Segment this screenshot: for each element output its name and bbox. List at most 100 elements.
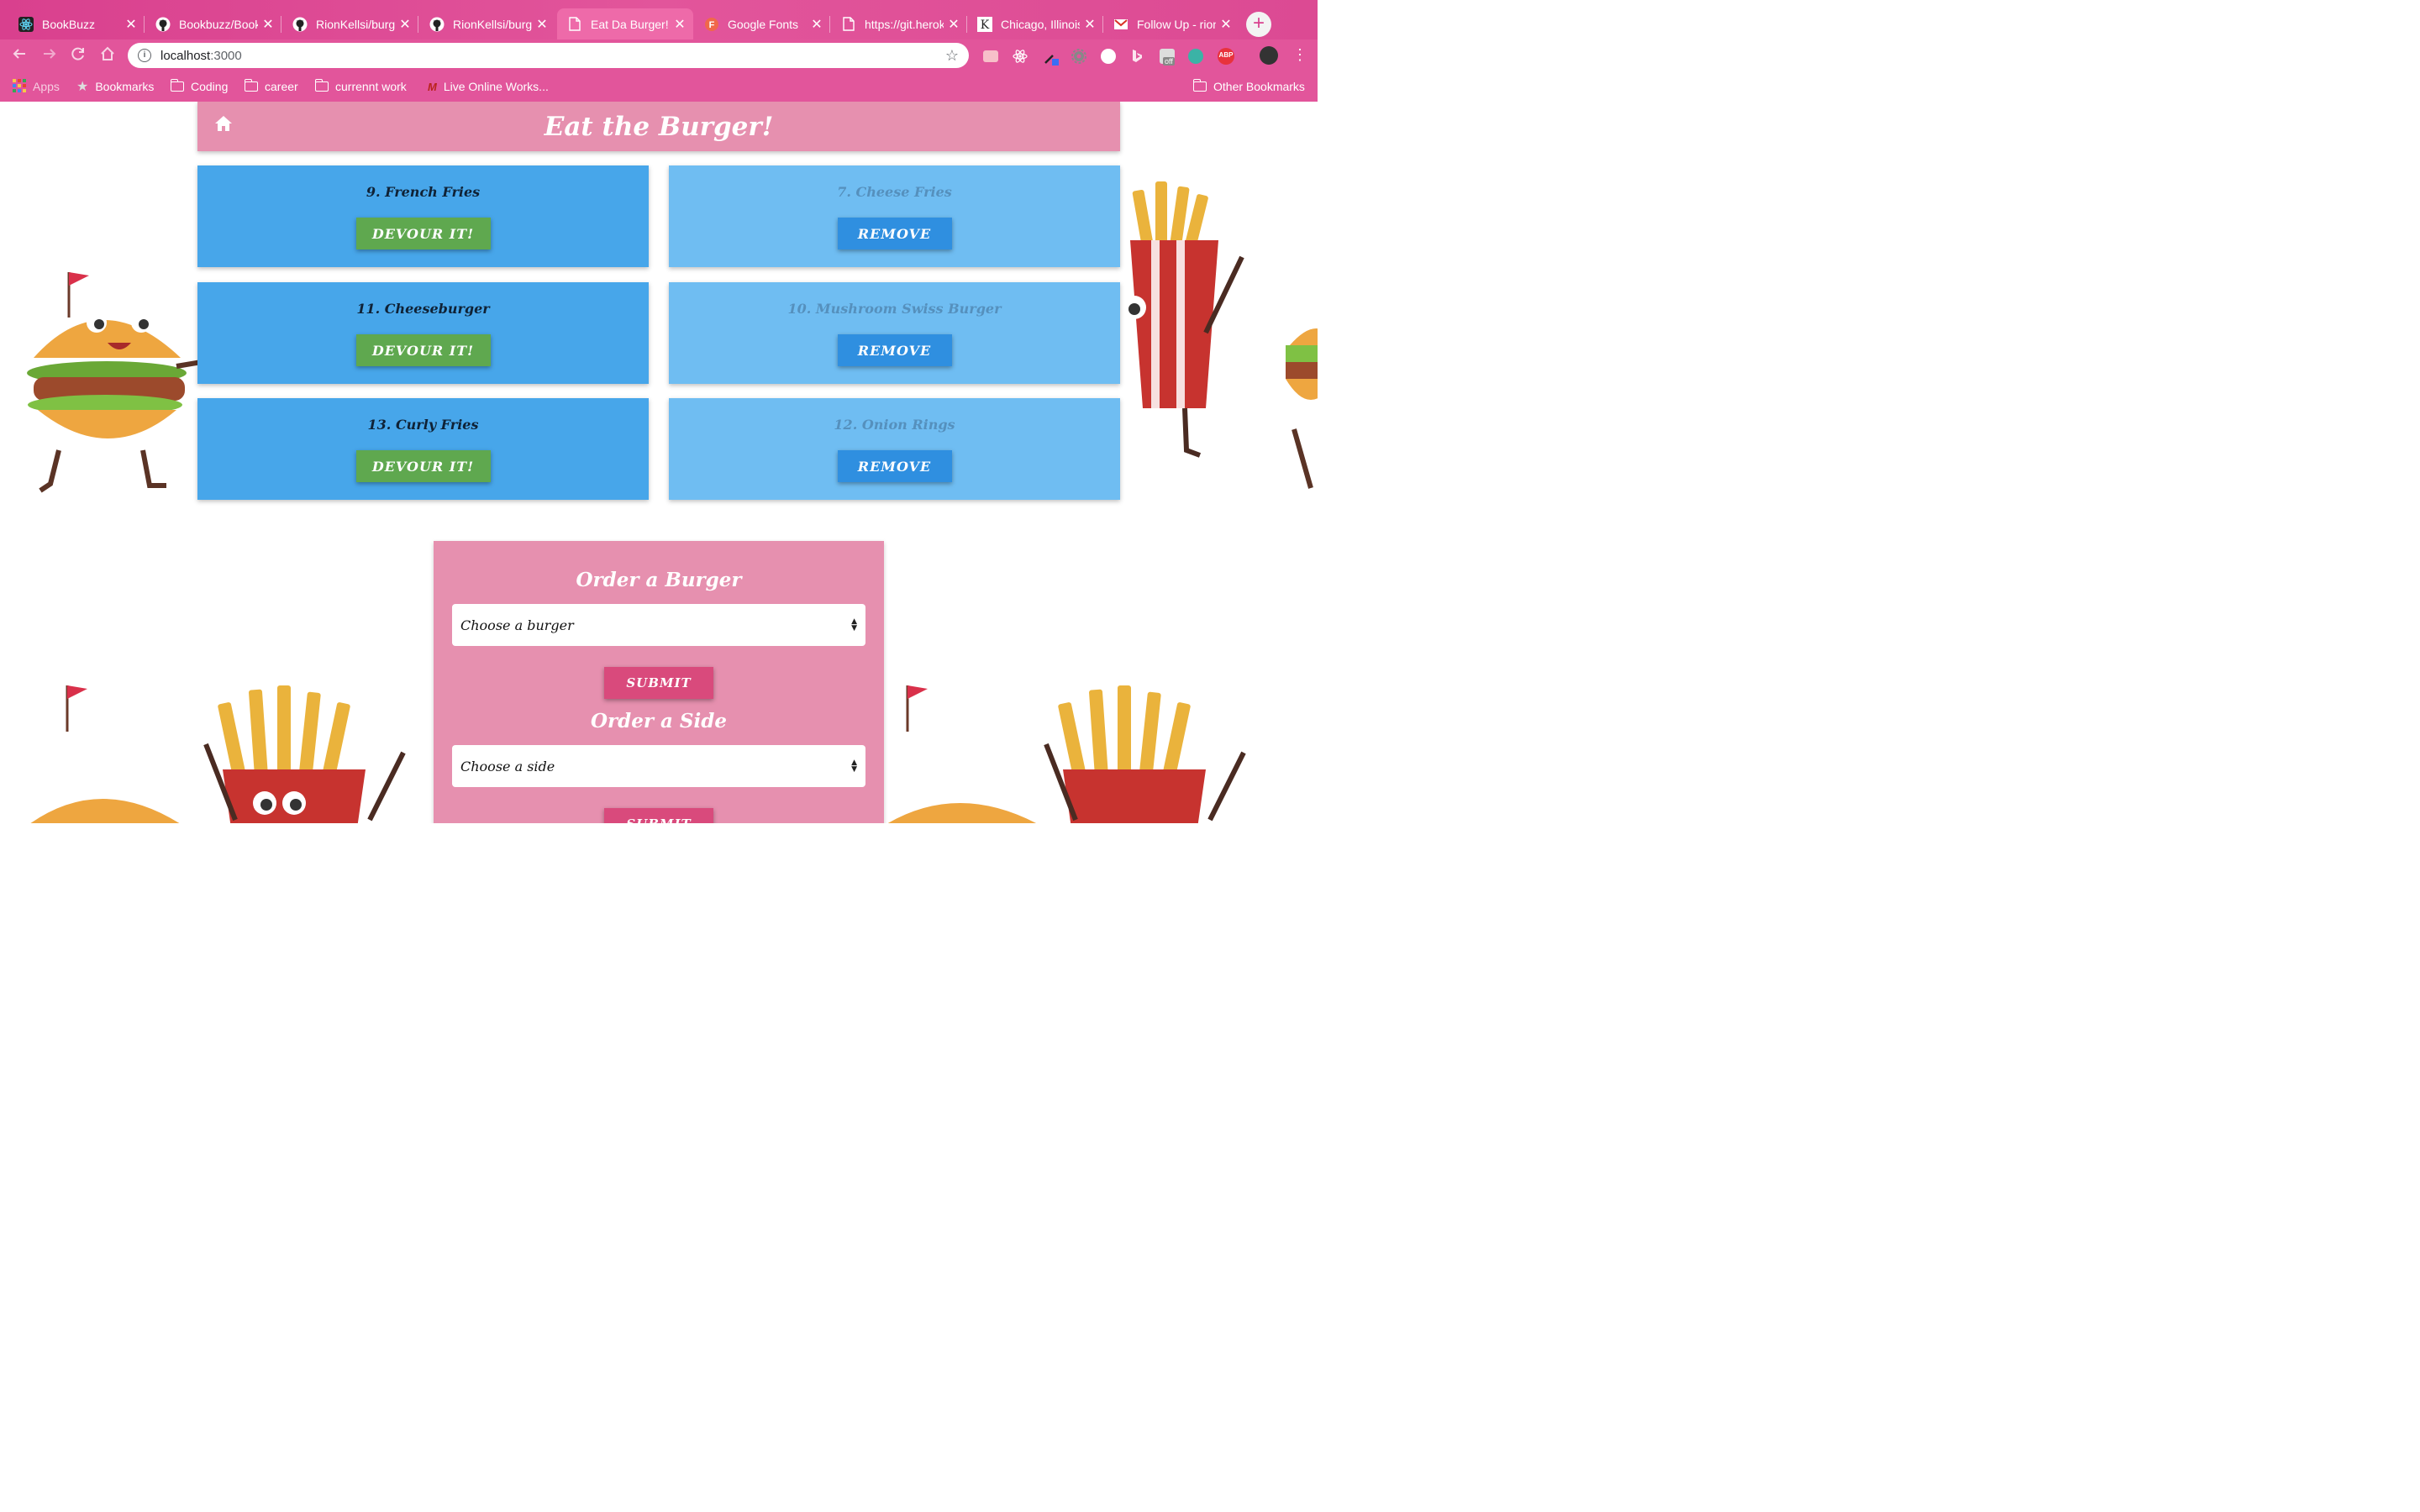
bookmark-bookmarks[interactable]: ★ Bookmarks — [76, 78, 154, 95]
bookmark-label: currennt work — [335, 80, 407, 93]
page-title: Eat the Burger! — [544, 111, 774, 142]
tab-burger-repo-1[interactable]: RionKellsi/burger ✕ — [282, 8, 418, 39]
gear-icon[interactable] — [1071, 49, 1086, 64]
remove-button[interactable]: REMOVE — [837, 334, 952, 366]
bookmarks-bar: Apps ★ Bookmarks Coding career currennt … — [0, 71, 1318, 102]
new-tab-button[interactable]: + — [1246, 12, 1271, 37]
tab-chicago[interactable]: K Chicago, Illinois ✕ — [967, 8, 1103, 39]
bing-icon[interactable] — [1130, 49, 1145, 64]
avatar[interactable] — [1260, 46, 1278, 65]
side-select[interactable]: Choose a side ▲ ▼ — [452, 745, 865, 787]
burger-select-value: Choose a burger — [460, 617, 574, 633]
extension-m-icon[interactable] — [1188, 49, 1203, 64]
extension-video-icon[interactable] — [983, 50, 998, 62]
bookmark-apps[interactable]: Apps — [13, 78, 60, 95]
bookmark-label: Live Online Works... — [443, 80, 549, 93]
page-icon — [841, 17, 856, 32]
burger-character-illustration-bottom-left — [30, 685, 180, 823]
bookmark-other[interactable]: Other Bookmarks — [1192, 78, 1305, 95]
order-panel: Order a Burger Choose a burger ▲ ▼ SUBMIT… — [434, 541, 884, 823]
burger-name: 13. Curly Fries — [367, 417, 479, 433]
bookmark-career[interactable]: career — [244, 78, 298, 95]
bookmark-label: Other Bookmarks — [1213, 80, 1305, 93]
url-text: localhost:3000 — [160, 48, 242, 63]
extension-off-icon[interactable]: off — [1160, 49, 1175, 66]
adblock-icon[interactable]: ABP — [1218, 48, 1234, 65]
home-icon[interactable] — [213, 113, 234, 134]
forward-icon[interactable] — [42, 46, 57, 66]
submit-side-button[interactable]: SUBMIT — [604, 808, 713, 823]
reload-icon[interactable] — [71, 46, 86, 66]
remove-button[interactable]: REMOVE — [837, 218, 952, 249]
tab-title: Eat Da Burger! — [591, 17, 669, 31]
close-icon[interactable]: ✕ — [673, 16, 687, 33]
tab-gmail[interactable]: Follow Up - rion ✕ — [1103, 8, 1239, 39]
devour-button[interactable]: DEVOUR IT! — [355, 334, 491, 366]
tab-bookbuzz-repo[interactable]: Bookbuzz/BookBuzz ✕ — [145, 8, 281, 39]
devoured-name: 7. Cheese Fries — [837, 184, 952, 200]
close-icon[interactable]: ✕ — [947, 16, 960, 33]
burger-name: 9. French Fries — [366, 184, 481, 200]
burger-card: 11. Cheeseburger DEVOUR IT! — [197, 282, 649, 384]
close-icon[interactable]: ✕ — [124, 16, 138, 33]
select-arrows-icon: ▲ ▼ — [851, 617, 857, 633]
react-icon — [18, 16, 34, 32]
fries-character-illustration-bottom — [203, 685, 406, 823]
back-icon[interactable] — [12, 46, 27, 66]
bookmark-label: career — [265, 80, 298, 93]
burger-card: 13. Curly Fries DEVOUR IT! — [197, 398, 649, 500]
close-icon[interactable]: ✕ — [398, 16, 412, 33]
bookmark-currennt-work[interactable]: currennt work — [314, 78, 407, 95]
tab-eat-da-burger[interactable]: Eat Da Burger! ✕ — [557, 8, 693, 39]
tab-heroku[interactable]: https://git.heroku ✕ — [831, 8, 967, 39]
menu-dots-icon[interactable]: ⋮ — [1292, 47, 1307, 62]
github-icon — [292, 17, 308, 32]
remove-button[interactable]: REMOVE — [837, 450, 952, 482]
tab-google-fonts[interactable]: F Google Fonts ✕ — [694, 8, 830, 39]
close-icon[interactable]: ✕ — [535, 16, 549, 33]
close-icon[interactable]: ✕ — [810, 16, 823, 33]
side-select-value: Choose a side — [460, 758, 555, 774]
address-bar[interactable]: i localhost:3000 ☆ — [128, 43, 969, 68]
close-icon[interactable]: ✕ — [261, 16, 275, 33]
tab-title: Bookbuzz/BookBuzz — [179, 17, 258, 31]
github-icon — [429, 17, 445, 32]
apps-grid-icon — [13, 78, 26, 95]
github-icon — [155, 17, 171, 32]
devoured-card: 10. Mushroom Swiss Burger REMOVE — [669, 282, 1120, 384]
fries-character-illustration-bottom-right — [1044, 685, 1246, 823]
bookmark-live-online[interactable]: M Live Online Works... — [428, 78, 549, 95]
burger-name: 11. Cheeseburger — [356, 301, 490, 317]
tab-title: Google Fonts — [728, 17, 799, 31]
tab-burger-repo-2[interactable]: RionKellsi/burger ✕ — [419, 8, 555, 39]
submit-burger-button[interactable]: SUBMIT — [604, 667, 713, 699]
tab-bookbuzz[interactable]: BookBuzz ✕ — [8, 8, 145, 39]
close-icon[interactable]: ✕ — [1219, 16, 1233, 33]
folder-icon — [244, 79, 258, 92]
site-icon: M — [428, 80, 437, 93]
google-fonts-icon: F — [704, 17, 719, 32]
burger-character-illustration-bottom-right — [887, 685, 1036, 823]
page-viewport: Eat the Burger! 9. French Fries DEVOUR I… — [0, 102, 1318, 823]
tab-title: RionKellsi/burger — [316, 17, 395, 31]
info-icon[interactable]: i — [138, 49, 151, 62]
burger-select[interactable]: Choose a burger ▲ ▼ — [452, 604, 865, 646]
tab-title: RionKellsi/burger — [453, 17, 532, 31]
home-icon[interactable] — [100, 46, 115, 66]
devour-button[interactable]: DEVOUR IT! — [355, 450, 491, 482]
burger-card: 9. French Fries DEVOUR IT! — [197, 165, 649, 267]
extension-badge: off — [1163, 57, 1175, 66]
star-icon: ★ — [76, 80, 89, 94]
bookmark-label: Bookmarks — [95, 80, 155, 93]
bookmark-star-icon[interactable]: ☆ — [945, 47, 959, 65]
eyedropper-icon[interactable] — [1043, 49, 1059, 66]
close-icon[interactable]: ✕ — [1083, 16, 1097, 33]
devoured-card: 12. Onion Rings REMOVE — [669, 398, 1120, 500]
devoured-name: 10. Mushroom Swiss Burger — [787, 301, 1002, 317]
devour-button[interactable]: DEVOUR IT! — [355, 218, 491, 249]
react-devtools-icon[interactable] — [1013, 49, 1028, 64]
tab-title: Chicago, Illinois — [1001, 17, 1080, 31]
bookmark-label: Apps — [33, 80, 60, 93]
bookmark-coding[interactable]: Coding — [170, 78, 228, 95]
extension-circle-icon[interactable] — [1101, 49, 1116, 64]
